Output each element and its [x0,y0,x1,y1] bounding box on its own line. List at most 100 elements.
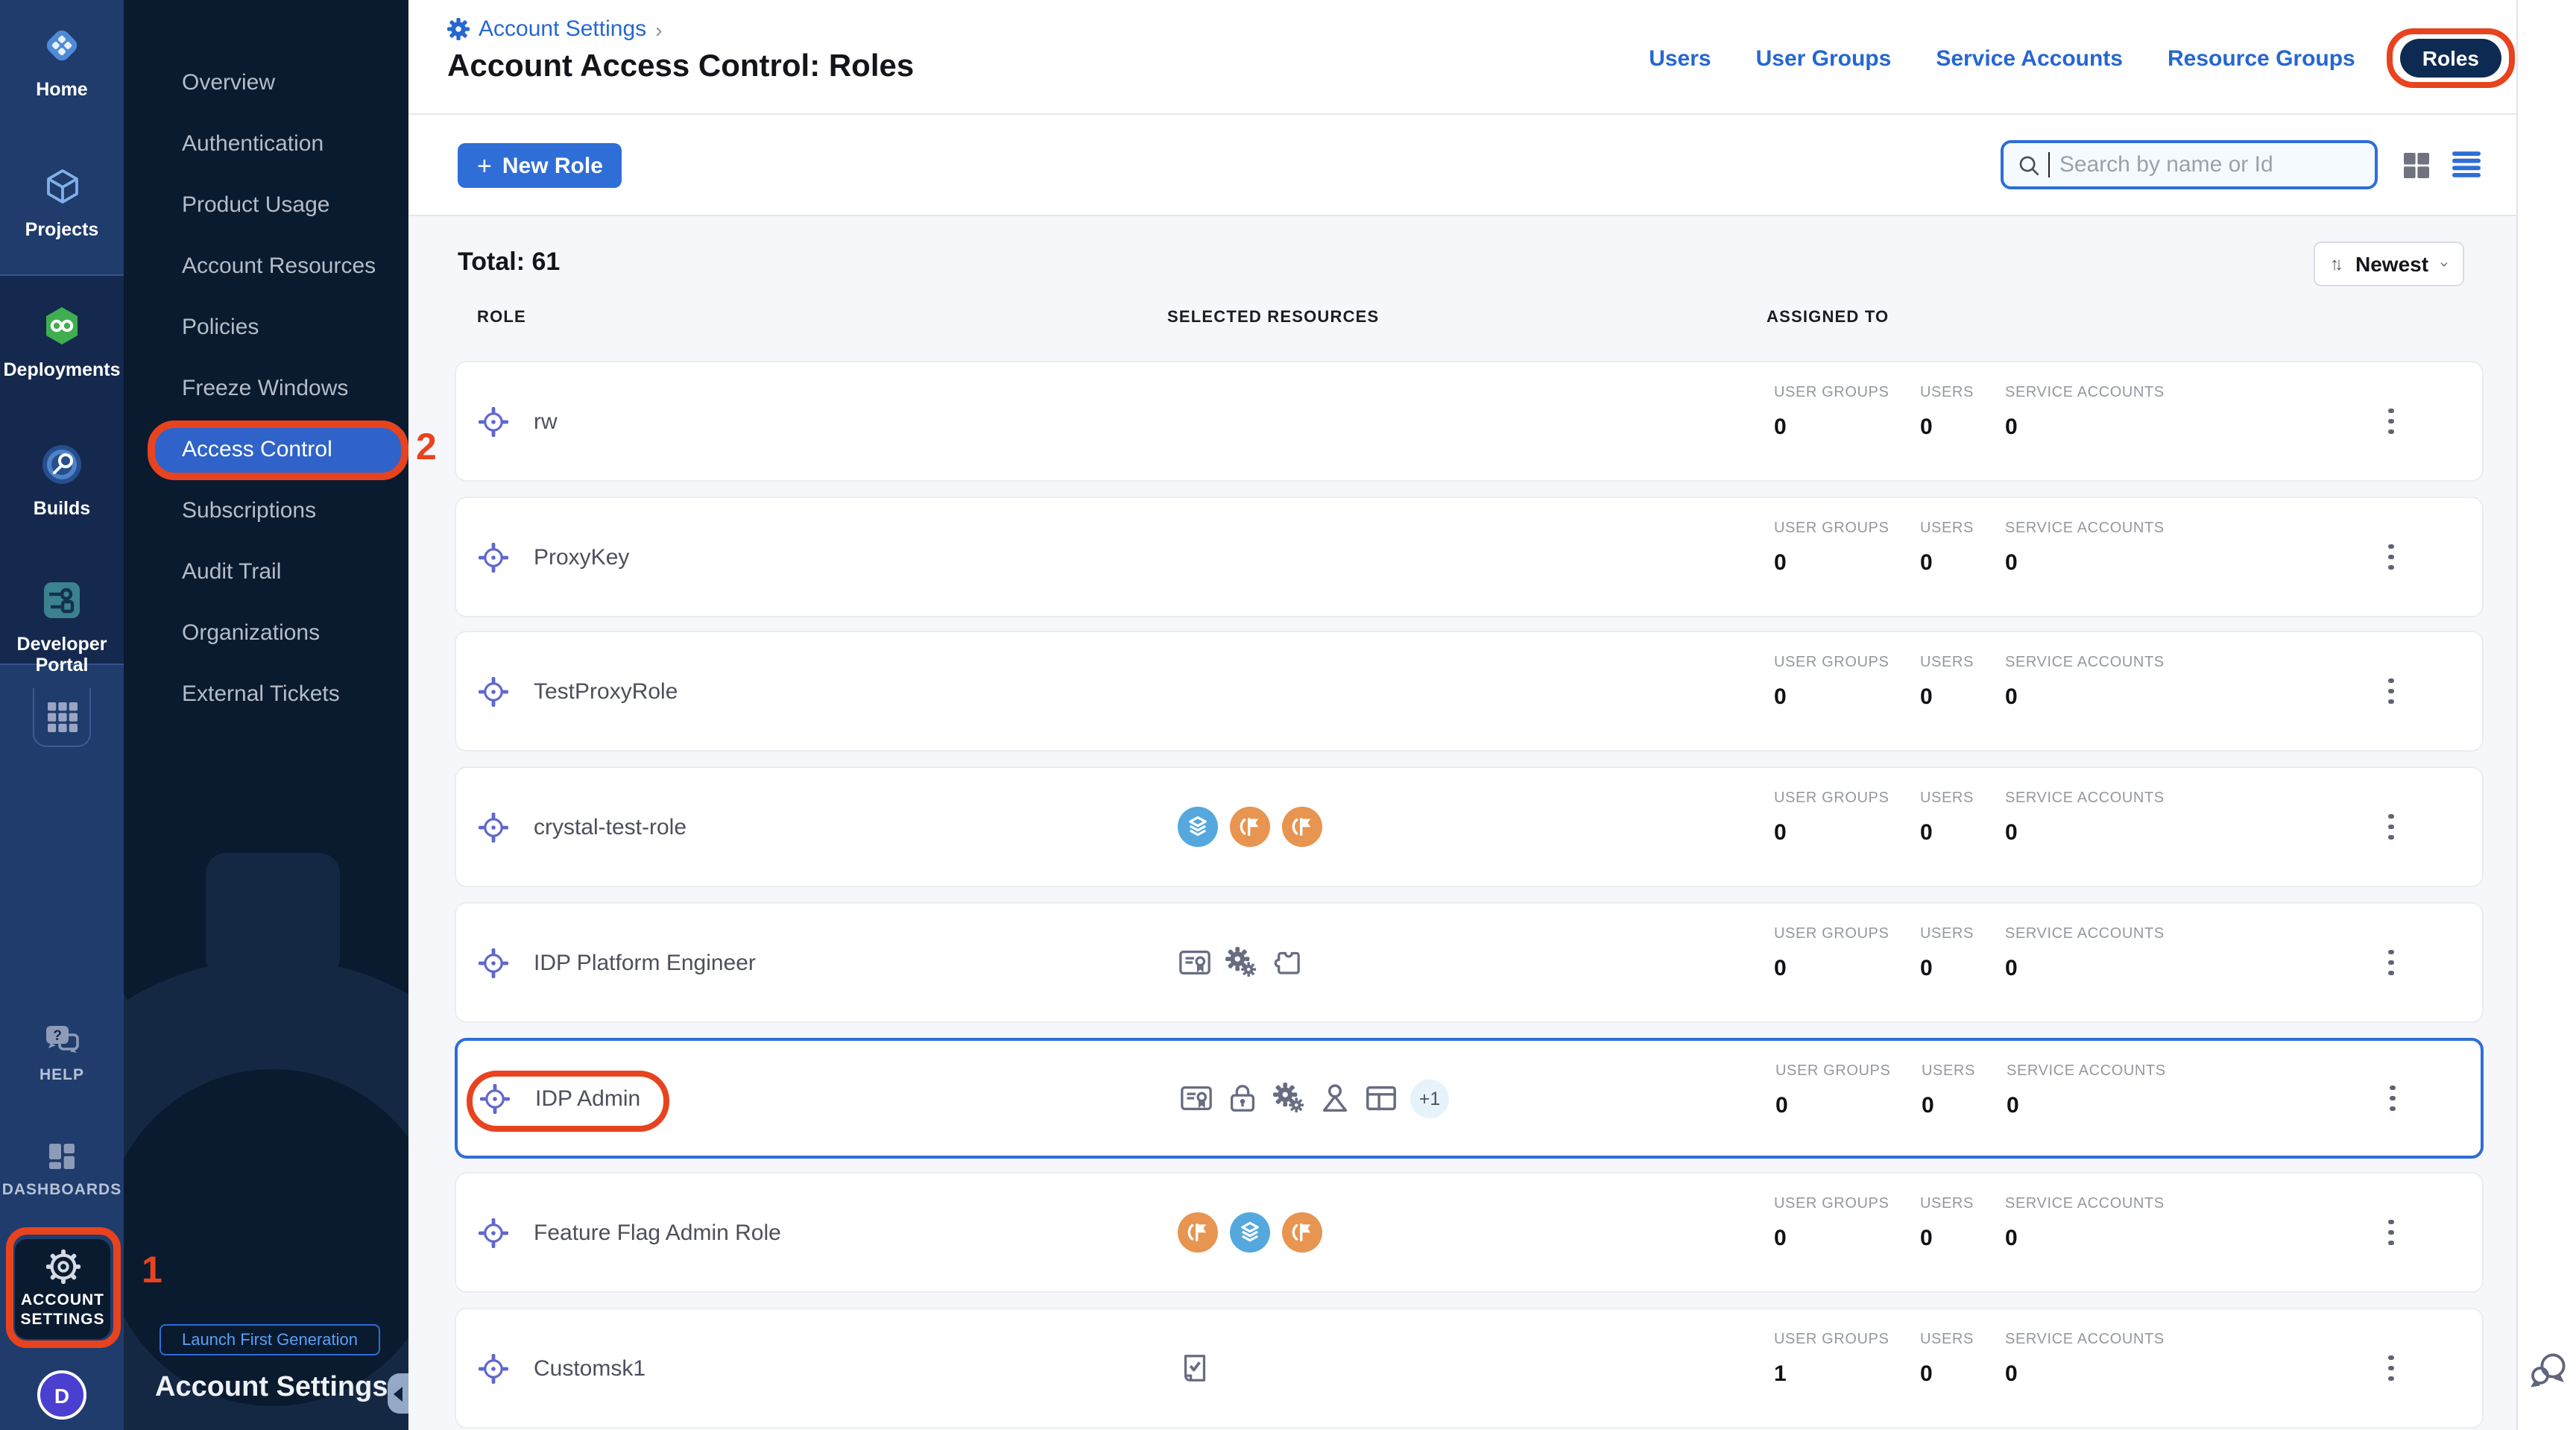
tab-roles[interactable]: Roles [2400,39,2501,78]
table-row[interactable]: IDP Admin +1 USER GROUPS0USERS0SERVICE A… [455,1038,2484,1159]
sidebar-item-dashboards[interactable]: DASHBOARDS [0,1139,124,1200]
gear-icon [44,1248,81,1285]
table-row[interactable]: rw USER GROUPS0USERS0SERVICE ACCOUNTS0 [455,361,2484,482]
launch-first-generation-button[interactable]: Launch First Generation [160,1324,380,1355]
kebab-menu-button[interactable] [2381,362,2402,480]
selected-resources-cell: +1 [1179,1041,1449,1156]
sidebar-item-home[interactable]: Home [0,25,124,100]
new-role-button[interactable]: + New Role [458,143,622,188]
chevron-down-icon [2440,259,2448,269]
kebab-menu-button[interactable] [2381,632,2402,750]
role-name-link[interactable]: IDP Platform Engineer [534,950,756,975]
role-name-link[interactable]: IDP Admin [535,1086,640,1111]
assigned-value: 0 [1774,684,1920,710]
sidebar-item-label: DASHBOARDS [2,1181,122,1200]
nav-item-subscriptions[interactable]: Subscriptions [182,489,316,534]
sidebar-item-builds[interactable]: Builds [0,444,124,519]
assigned-col-users: USERS0 [1920,1196,2005,1251]
role-name-link[interactable]: Customsk1 [534,1355,645,1381]
assigned-label: USER GROUPS [1774,1196,1920,1212]
tab-service-accounts[interactable]: Service Accounts [1936,45,2123,71]
table-row[interactable]: IDP Platform Engineer USER GROUPS0USERS0… [455,902,2484,1023]
nav-item-account-resources[interactable]: Account Resources [182,245,376,289]
breadcrumb-link[interactable]: Account Settings [479,16,646,42]
resource-orange-flag-circle-icon [1282,1212,1322,1253]
kebab-menu-button[interactable] [2382,1041,2403,1156]
assigned-value: 0 [2005,820,2165,845]
assigned-value: 1 [1774,1361,1920,1387]
list-view-button[interactable] [2452,151,2481,177]
role-name-link[interactable]: rw [534,409,558,434]
assigned-label: USER GROUPS [1775,1063,1922,1080]
table-row[interactable]: TestProxyRole USER GROUPS0USERS0SERVICE … [455,631,2484,752]
sidebar-item-label: ACCOUNT SETTINGS [15,1291,110,1330]
tab-roles-pill[interactable]: Roles [2400,39,2501,78]
kebab-menu-button[interactable] [2381,768,2402,886]
kebab-menu-button[interactable] [2381,498,2402,616]
sidebar-item-account-settings[interactable]: ACCOUNT SETTINGS [15,1239,110,1339]
resource-certificate-icon [1178,945,1212,980]
kebab-menu-button[interactable] [2381,904,2402,1021]
assigned-to-cell: USER GROUPS0USERS0SERVICE ACCOUNTS0 [1774,1196,2165,1251]
selected-resources-cell [1178,1174,1322,1291]
collapse-nav-button[interactable] [388,1373,408,1414]
assigned-col-service_accounts: SERVICE ACCOUNTS0 [2005,1196,2165,1251]
sidebar-item-projects[interactable]: Projects [0,167,124,240]
table-row[interactable]: Feature Flag Admin Role USER GROUPS0USER… [455,1172,2484,1293]
tab-user-groups[interactable]: User Groups [1756,45,1892,71]
assigned-value: 0 [1774,415,1920,440]
assigned-label: USER GROUPS [1774,1332,1920,1348]
table-row[interactable]: Customsk1 USER GROUPS1USERS0SERVICE ACCO… [455,1308,2484,1429]
nav-item-access-control[interactable]: Access Control [154,428,405,473]
role-name-link[interactable]: crystal-test-role [534,814,686,840]
nav-item-external-tickets[interactable]: External Tickets [182,673,340,717]
nav-item-organizations[interactable]: Organizations [182,611,320,656]
selected-resources-cell [1178,904,1304,1021]
assigned-to-cell: USER GROUPS0USERS0SERVICE ACCOUNTS0 [1774,926,2165,981]
kebab-menu-button[interactable] [2381,1309,2402,1427]
assigned-col-user_groups: USER GROUPS0 [1774,385,1920,440]
tab-resource-groups[interactable]: Resource Groups [2168,45,2355,71]
resource-gears-icon [1224,945,1258,980]
plus-icon: + [477,153,492,178]
avatar-letter: D [54,1383,69,1407]
sort-dropdown[interactable]: ↑↓ Newest [2314,242,2464,286]
module-rail: Home Projects Deployments [0,0,124,1430]
assigned-value: 0 [1920,684,2005,710]
selected-resources-cell [1178,768,1322,886]
breadcrumb-separator: › [655,17,662,41]
role-name-link[interactable]: Feature Flag Admin Role [534,1220,781,1245]
sidebar-item-help[interactable]: ? HELP [0,1023,124,1086]
nav-item-policies[interactable]: Policies [182,306,259,350]
page-title: Account Access Control: Roles [447,49,914,85]
nav-item-freeze-windows[interactable]: Freeze Windows [182,367,348,412]
sidebar-item-developer-portal[interactable]: Developer Portal [0,580,124,675]
nav-item-product-usage[interactable]: Product Usage [182,183,329,228]
assigned-value: 0 [2005,1361,2165,1387]
assigned-col-service_accounts: SERVICE ACCOUNTS0 [2005,655,2165,710]
assigned-value: 0 [1774,820,1920,845]
table-row[interactable]: crystal-test-role USER GROUPS0USERS0SERV… [455,766,2484,887]
assigned-label: USERS [1922,1063,2007,1080]
role-name-link[interactable]: ProxyKey [534,544,629,570]
feedback-chat-icon[interactable] [2528,1349,2569,1390]
resource-blue-box-circle-icon [1230,1212,1270,1253]
grid-view-button[interactable] [2403,152,2430,179]
nav-item-overview[interactable]: Overview [182,61,275,106]
assigned-value: 0 [1774,956,1920,981]
tab-users[interactable]: Users [1649,45,1711,71]
role-name-link[interactable]: TestProxyRole [534,678,678,704]
search-input[interactable] [2059,152,2360,177]
user-avatar[interactable]: D [37,1370,86,1420]
harness-logo-icon [42,25,82,66]
assigned-col-users: USERS0 [1920,655,2005,710]
sidebar-item-deployments[interactable]: Deployments [0,306,124,380]
table-row[interactable]: ProxyKey USER GROUPS0USERS0SERVICE ACCOU… [455,497,2484,617]
module-picker-button[interactable] [33,687,91,747]
breadcrumb[interactable]: Account Settings › [447,16,663,42]
nav-item-audit-trail[interactable]: Audit Trail [182,550,281,595]
kebab-menu-button[interactable] [2381,1174,2402,1291]
nav-item-authentication[interactable]: Authentication [182,122,323,167]
resource-lock-icon [1225,1081,1260,1115]
search-box[interactable] [2001,140,2378,189]
